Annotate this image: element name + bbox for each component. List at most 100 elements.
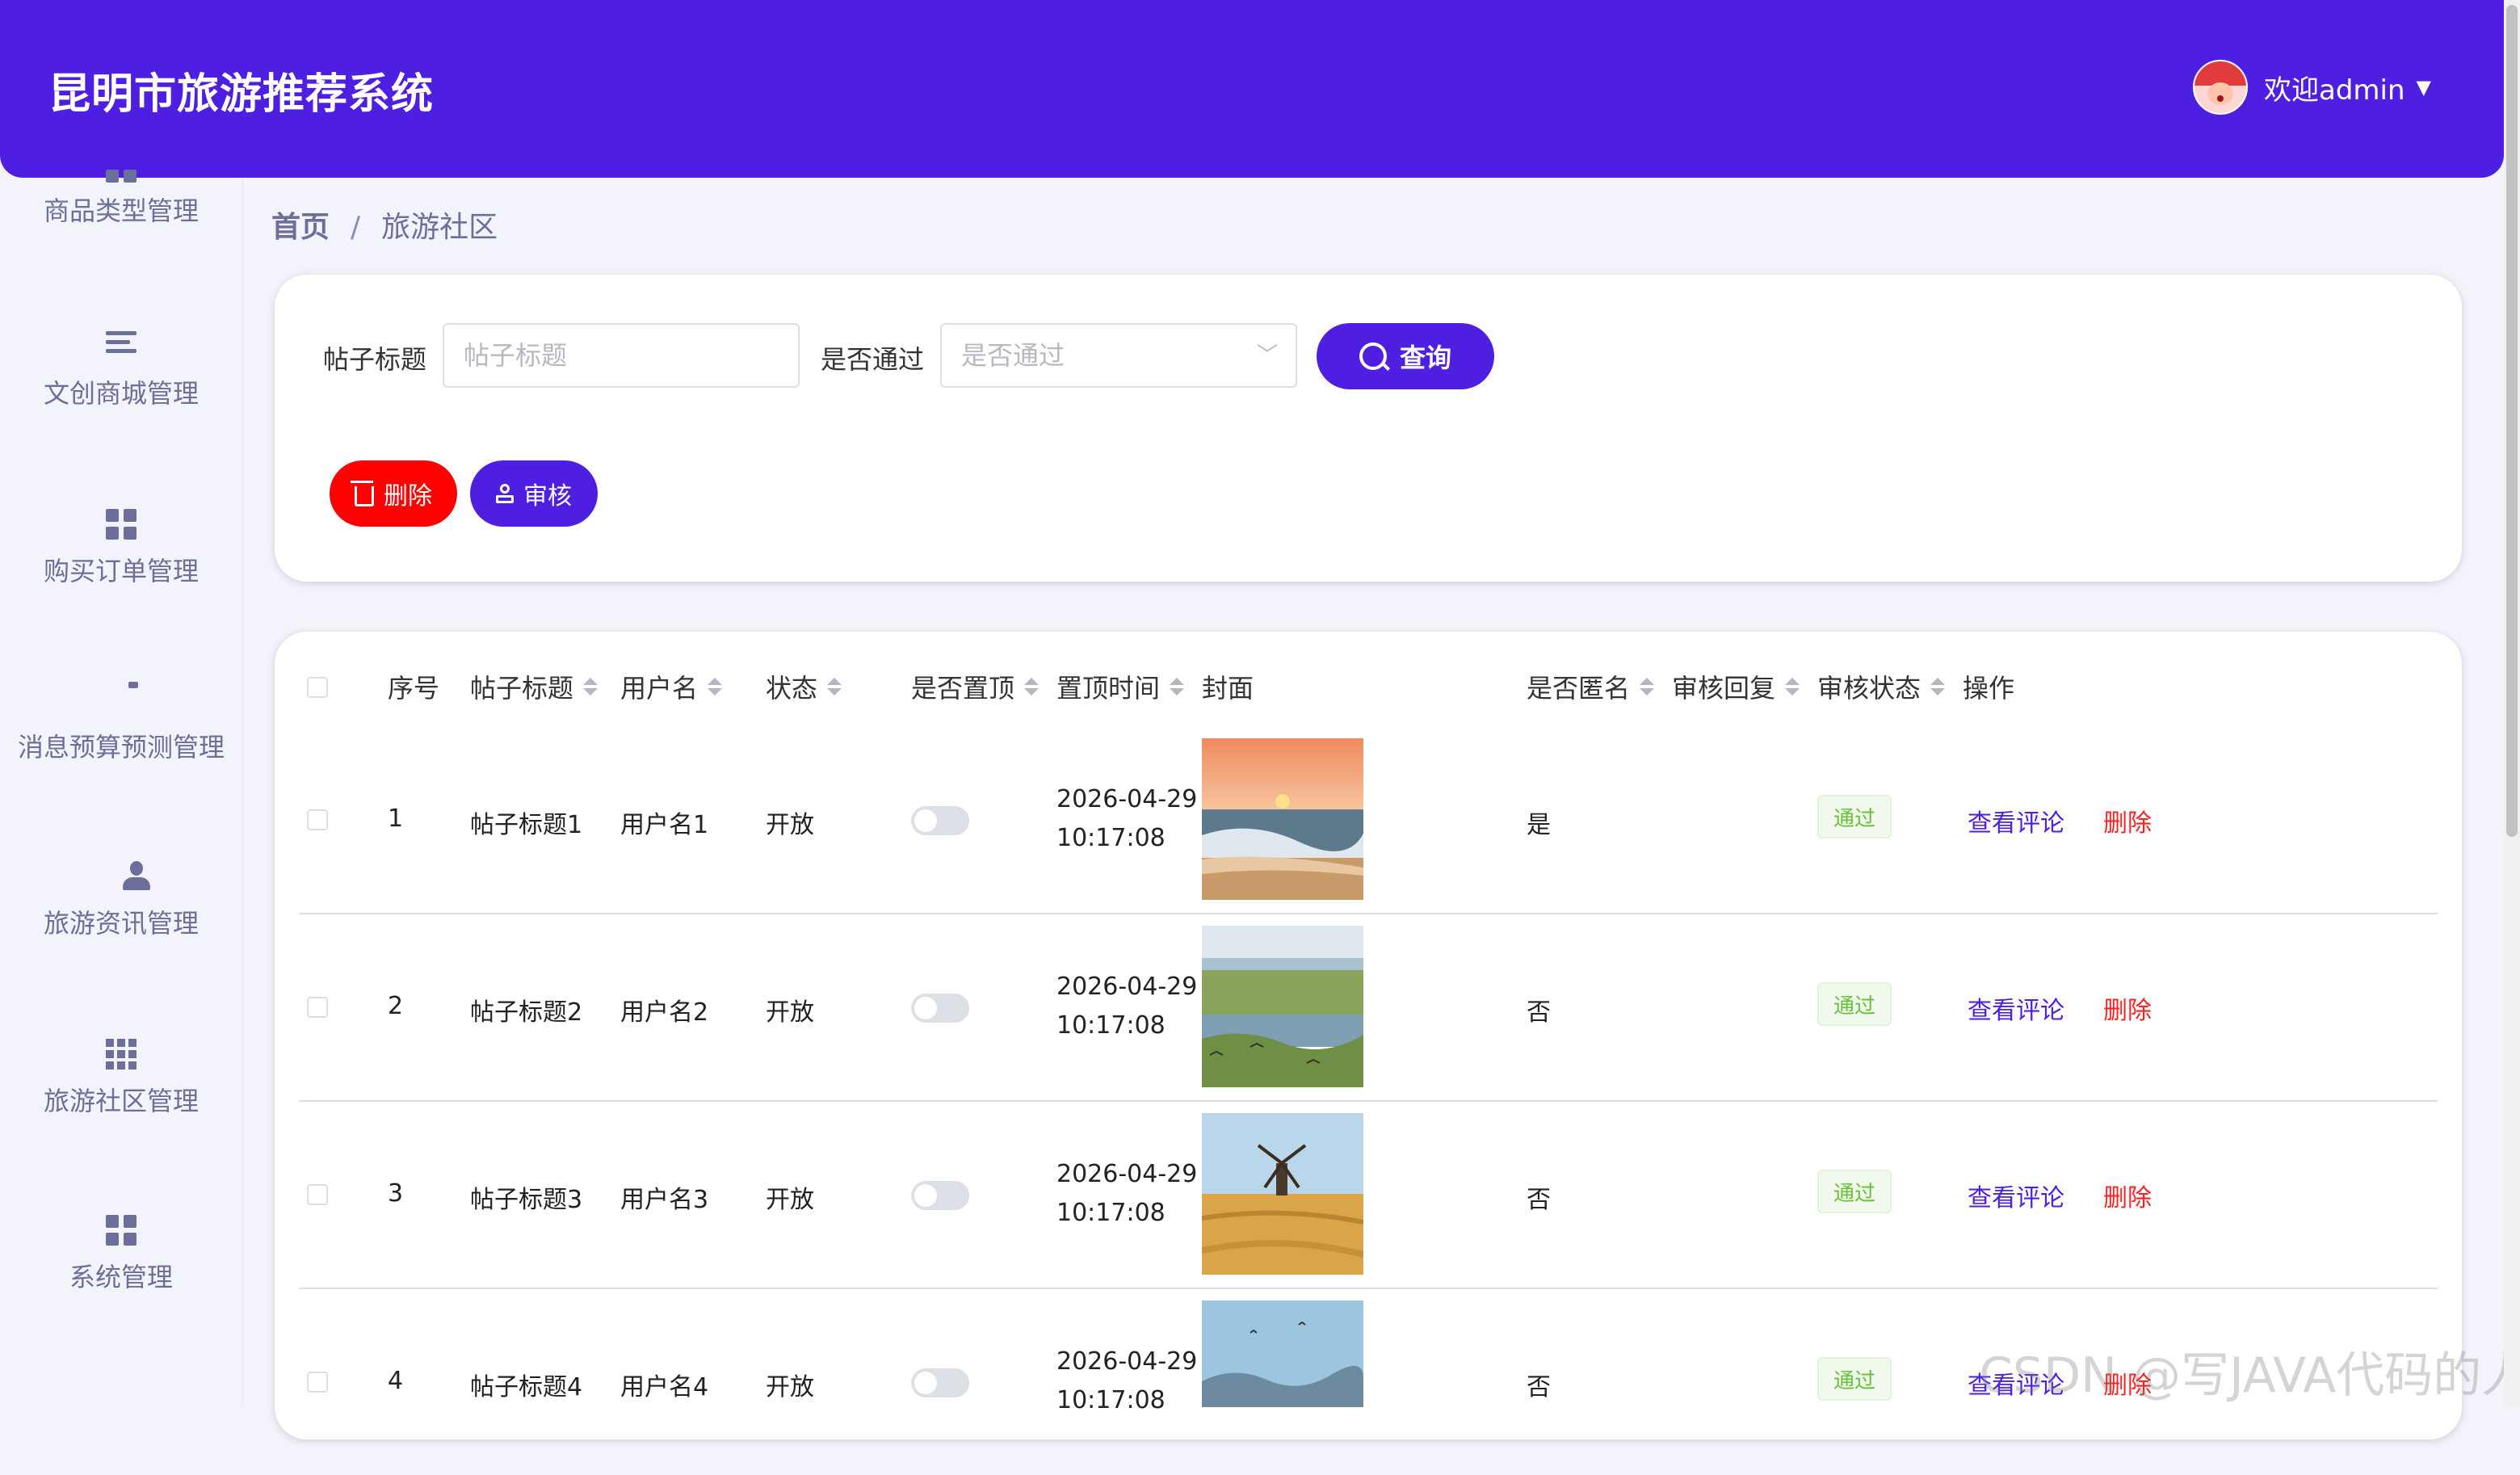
sidebar-item-label: 购买订单管理 bbox=[43, 556, 199, 586]
query-button[interactable]: 查询 bbox=[1317, 323, 1494, 389]
stamp-icon bbox=[496, 484, 514, 503]
breadcrumb-current: 旅游社区 bbox=[381, 211, 498, 244]
caret-down-icon[interactable]: ▼ bbox=[2417, 76, 2431, 99]
user-menu[interactable]: 欢迎admin ▼ bbox=[2192, 60, 2431, 115]
row-anonymous: 是 bbox=[1527, 811, 1551, 839]
table-row: 1 帖子标题1 用户名1 开放 2026-04-29 10:17:08 是 通过… bbox=[299, 725, 2438, 914]
grid-icon bbox=[105, 1215, 137, 1247]
title-search-input[interactable]: 帖子标题 bbox=[443, 323, 800, 388]
cover-image[interactable] bbox=[1202, 1301, 1363, 1407]
pinned-toggle[interactable] bbox=[911, 1368, 969, 1397]
row-pinned-time: 10:17:08 bbox=[1056, 1199, 1166, 1227]
user-icon bbox=[105, 861, 137, 893]
row-pinned-date: 2026-04-29 bbox=[1056, 785, 1198, 813]
sort-icon bbox=[1640, 678, 1655, 695]
row-status: 开放 bbox=[766, 998, 814, 1027]
sidebar-item-label: 旅游社区管理 bbox=[43, 1086, 199, 1116]
pinned-toggle[interactable] bbox=[911, 806, 969, 835]
row-pinned-time: 10:17:08 bbox=[1056, 824, 1166, 852]
delete-link[interactable]: 删除 bbox=[2103, 990, 2152, 1026]
clipboard-icon bbox=[105, 685, 137, 717]
column-header-audit-status[interactable]: 审核状态 bbox=[1817, 662, 1946, 711]
audit-status-badge: 通过 bbox=[1817, 795, 1892, 838]
row-username: 用户名1 bbox=[620, 811, 709, 839]
column-header-title[interactable]: 帖子标题 bbox=[470, 662, 598, 711]
view-comments-link[interactable]: 查看评论 bbox=[1968, 803, 2064, 838]
cover-image[interactable] bbox=[1202, 926, 1363, 1087]
table-row: 2 帖子标题2 用户名2 开放 2026-04-29 10:17:08 否 通过… bbox=[299, 913, 2438, 1102]
row-checkbox[interactable] bbox=[307, 1184, 328, 1205]
grid-icon bbox=[105, 509, 137, 541]
row-checkbox[interactable] bbox=[307, 1372, 328, 1393]
apps-icon bbox=[105, 1039, 137, 1071]
cover-image[interactable] bbox=[1202, 738, 1363, 900]
row-index: 1 bbox=[388, 805, 404, 833]
row-username: 用户名4 bbox=[620, 1373, 709, 1401]
audit-status-badge: 通过 bbox=[1817, 982, 1892, 1026]
breadcrumb: 首页 / 旅游社区 bbox=[271, 204, 498, 246]
row-username: 用户名2 bbox=[620, 998, 709, 1027]
avatar[interactable] bbox=[2192, 60, 2248, 115]
welcome-text[interactable]: 欢迎admin bbox=[2264, 68, 2405, 107]
pass-filter-label: 是否通过 bbox=[821, 344, 925, 375]
row-index: 4 bbox=[388, 1367, 404, 1395]
search-panel: 帖子标题 帖子标题 是否通过 是否通过 ﹀ 查询 删除 审核 bbox=[275, 275, 2462, 582]
row-status: 开放 bbox=[766, 1186, 814, 1214]
sidebar-item-label: 商品类型管理 bbox=[43, 195, 199, 226]
row-status: 开放 bbox=[766, 1373, 814, 1401]
row-checkbox[interactable] bbox=[307, 809, 328, 830]
audit-status-badge: 通过 bbox=[1817, 1357, 1892, 1401]
row-title: 帖子标题4 bbox=[470, 1373, 583, 1401]
column-header-username[interactable]: 用户名 bbox=[620, 662, 723, 711]
grid-icon bbox=[105, 170, 137, 186]
pinned-toggle[interactable] bbox=[911, 1181, 969, 1210]
row-pinned-date: 2026-04-29 bbox=[1056, 973, 1198, 1001]
sidebar-item-travel-news[interactable]: 旅游资讯管理 bbox=[0, 861, 242, 940]
scrollbar-thumb[interactable] bbox=[2506, 5, 2518, 837]
sidebar-item-label: 系统管理 bbox=[69, 1262, 173, 1292]
cover-image[interactable] bbox=[1202, 1113, 1363, 1275]
row-checkbox[interactable] bbox=[307, 997, 328, 1018]
app-title: 昆明市旅游推荐系统 bbox=[48, 70, 435, 119]
column-header-cover: 封面 bbox=[1202, 673, 1254, 704]
title-filter-label: 帖子标题 bbox=[323, 344, 427, 375]
column-header-pinned-time[interactable]: 置顶时间 bbox=[1056, 662, 1185, 711]
delete-link[interactable]: 删除 bbox=[2103, 1178, 2152, 1213]
row-pinned-date: 2026-04-29 bbox=[1056, 1347, 1198, 1376]
row-index: 2 bbox=[388, 992, 404, 1020]
row-anonymous: 否 bbox=[1527, 1373, 1551, 1401]
sidebar-item-orders[interactable]: 购买订单管理 bbox=[0, 509, 242, 588]
column-header-anonymous[interactable]: 是否匿名 bbox=[1527, 662, 1655, 711]
list-icon bbox=[105, 331, 137, 363]
sidebar: 商品类型管理 文创商城管理 购买订单管理 消息预算预测管理 旅游资讯管理 旅游社… bbox=[0, 170, 243, 1407]
pinned-toggle[interactable] bbox=[911, 994, 969, 1023]
sort-icon bbox=[1170, 678, 1185, 695]
view-comments-link[interactable]: 查看评论 bbox=[1968, 990, 2064, 1026]
trash-icon bbox=[351, 480, 374, 506]
chevron-down-icon: ﹀ bbox=[1256, 343, 1278, 368]
column-header-audit-reply[interactable]: 审核回复 bbox=[1672, 662, 1800, 711]
sidebar-item-creative-shop[interactable]: 文创商城管理 bbox=[0, 331, 242, 410]
sidebar-item-budget-forecast[interactable]: 消息预算预测管理 bbox=[0, 685, 242, 764]
column-header-index: 序号 bbox=[388, 673, 440, 704]
batch-delete-button[interactable]: 删除 bbox=[330, 460, 457, 527]
sidebar-item-system[interactable]: 系统管理 bbox=[0, 1215, 242, 1294]
batch-audit-button[interactable]: 审核 bbox=[470, 460, 598, 527]
row-status: 开放 bbox=[766, 811, 814, 839]
table-row: 3 帖子标题3 用户名3 开放 2026-04-29 10:17:08 否 通过… bbox=[299, 1100, 2438, 1289]
select-all-checkbox[interactable] bbox=[307, 677, 328, 698]
breadcrumb-home[interactable]: 首页 bbox=[271, 211, 330, 244]
column-header-status[interactable]: 状态 bbox=[766, 662, 842, 711]
sidebar-item-travel-community[interactable]: 旅游社区管理 bbox=[0, 1039, 242, 1118]
audit-status-badge: 通过 bbox=[1817, 1170, 1892, 1213]
data-table: 序号 帖子标题 用户名 状态 是否置顶 置顶时间 封面 是否匿名 审核回复 审核… bbox=[275, 632, 2462, 1439]
view-comments-link[interactable]: 查看评论 bbox=[1968, 1178, 2064, 1213]
delete-link[interactable]: 删除 bbox=[2103, 803, 2152, 838]
vertical-scrollbar[interactable] bbox=[2504, 0, 2520, 1407]
pass-status-select[interactable]: 是否通过 ﹀ bbox=[940, 323, 1297, 388]
column-header-pinned[interactable]: 是否置顶 bbox=[911, 662, 1040, 711]
sort-icon bbox=[1785, 678, 1800, 695]
row-username: 用户名3 bbox=[620, 1186, 709, 1214]
sort-icon bbox=[1024, 678, 1040, 695]
sidebar-item-product-type[interactable]: 商品类型管理 bbox=[0, 170, 242, 228]
